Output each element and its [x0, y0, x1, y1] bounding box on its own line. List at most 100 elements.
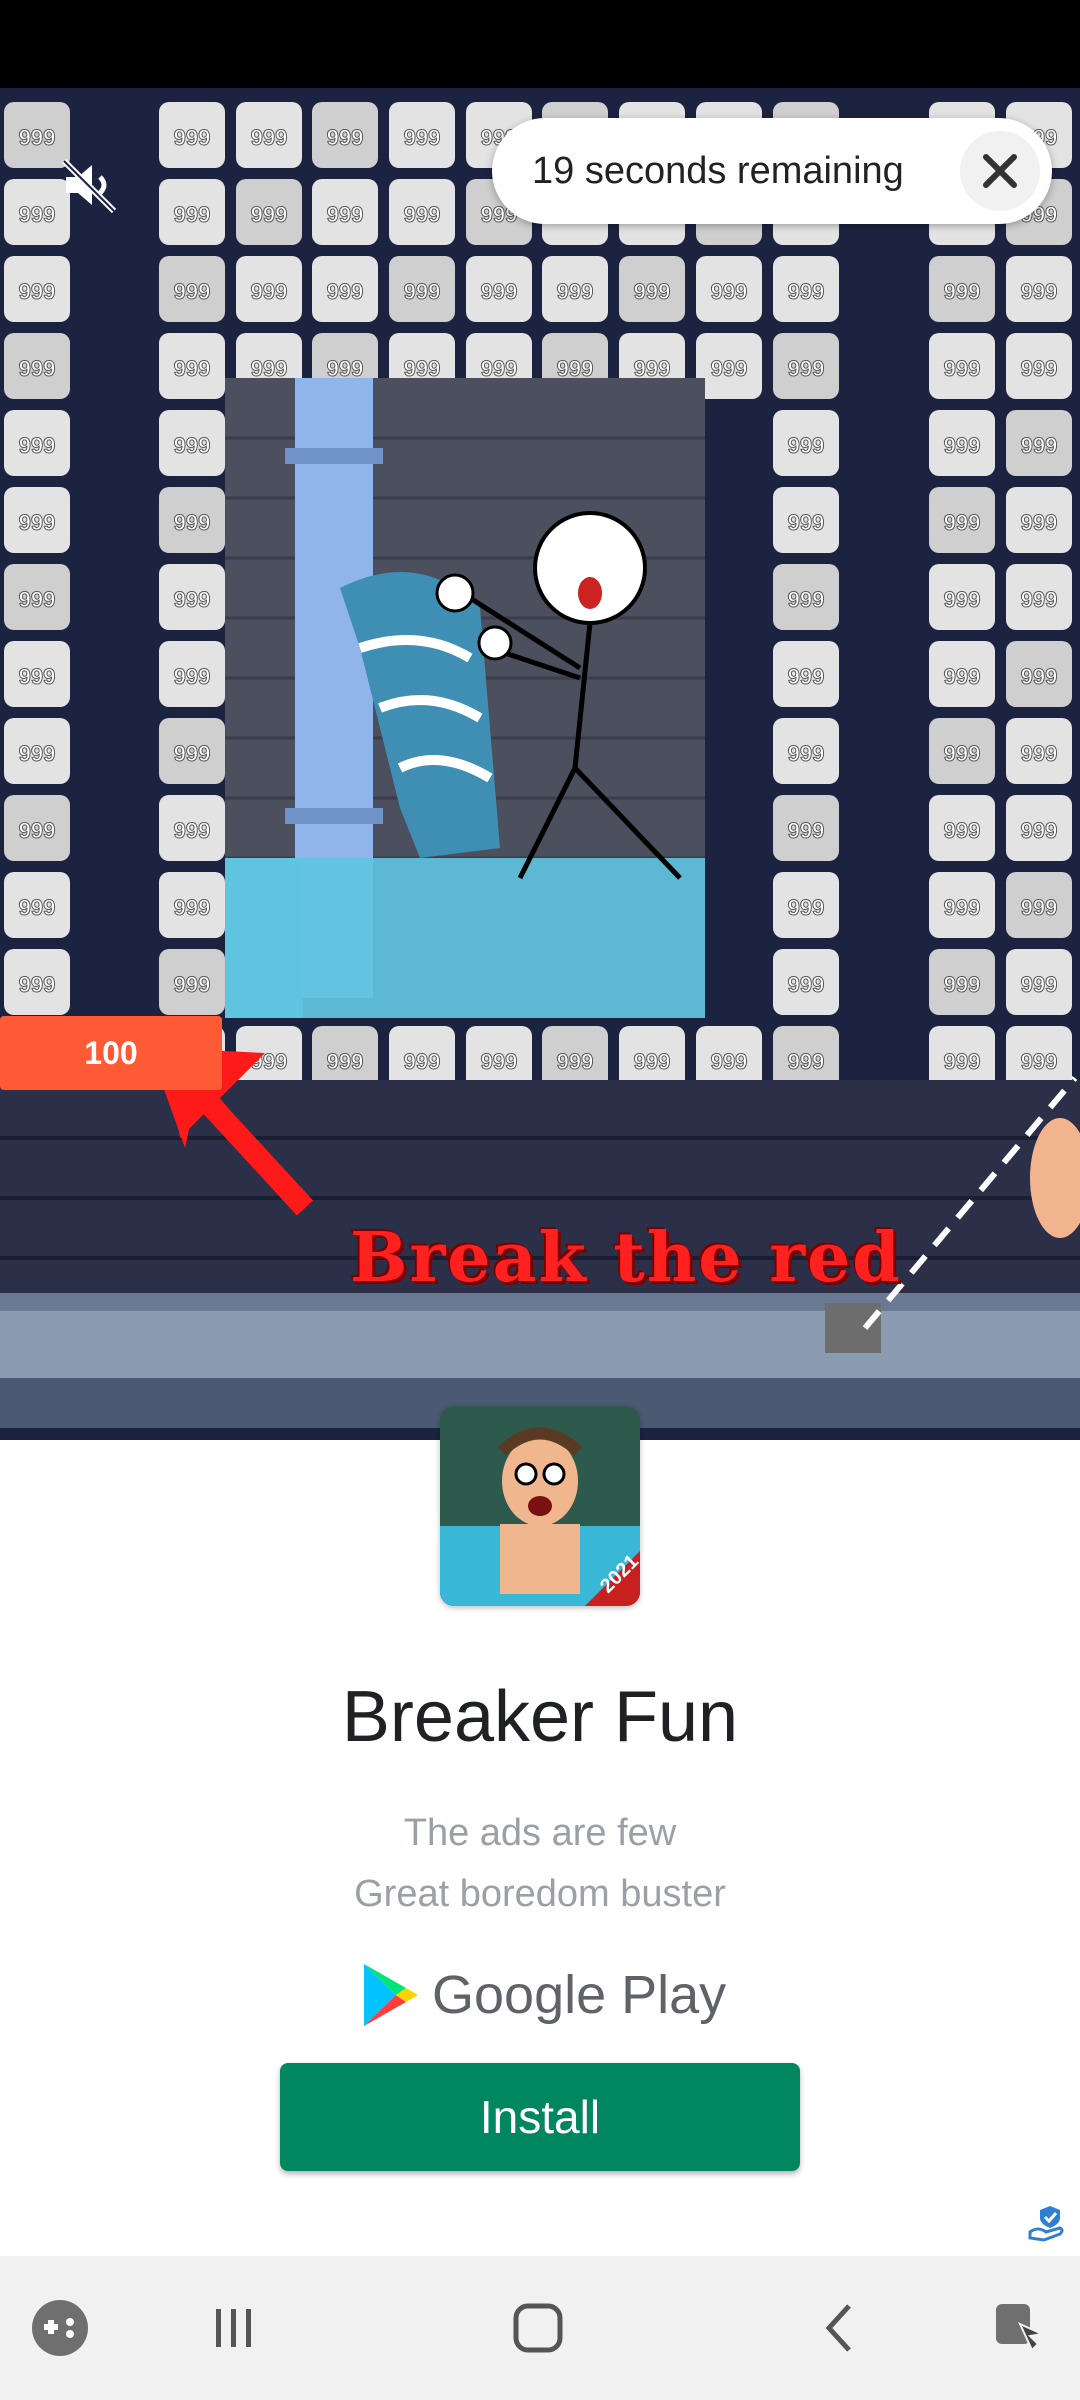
tile-label: 999 [174, 895, 211, 920]
game-launcher-icon [32, 2300, 88, 2356]
nav-game-launcher[interactable] [0, 2256, 120, 2400]
tile-label: 999 [174, 972, 211, 997]
tile-label: 999 [1021, 895, 1058, 920]
tile-label: 999 [1021, 587, 1058, 612]
tile-label: 999 [1021, 741, 1058, 766]
tile-label: 999 [404, 125, 441, 150]
tile-label: 999 [174, 202, 211, 227]
tile-label: 999 [1021, 818, 1058, 843]
tile-label: 999 [19, 741, 56, 766]
install-button[interactable]: Install [280, 2063, 800, 2171]
tile-label: 999 [19, 664, 56, 689]
back-icon [825, 2304, 851, 2352]
tile-label: 999 [174, 125, 211, 150]
tagline-1: The ads are few [403, 1812, 677, 1854]
tile-label: 999 [788, 433, 825, 458]
countdown-text: 19 seconds remaining [532, 150, 904, 192]
tile-label: 999 [944, 818, 981, 843]
app-title: Breaker Fun [341, 1677, 739, 1757]
recent-apps-icon [216, 2309, 251, 2347]
home-icon [513, 2303, 563, 2353]
tile-label: 999 [634, 1049, 671, 1074]
tile-label: 999 [327, 279, 364, 304]
tile-label: 999 [944, 279, 981, 304]
red-target-block: 100 [0, 1016, 222, 1090]
tile-label: 999 [788, 356, 825, 381]
mute-button[interactable] [50, 145, 130, 225]
app-icon-art: 2021 [440, 1406, 640, 1606]
nav-back[interactable] [779, 2256, 899, 2400]
tile-label: 999 [19, 895, 56, 920]
tile-label: 999 [788, 741, 825, 766]
tile-label: 999 [944, 1049, 981, 1074]
tile-label: 999 [711, 279, 748, 304]
tile-label: 999 [557, 279, 594, 304]
tile-label: 999 [404, 1049, 441, 1074]
tile-label: 999 [944, 972, 981, 997]
tutorial-overlay-text: Break the red [350, 1218, 902, 1298]
tile-label: 999 [944, 664, 981, 689]
tile-label: 999 [174, 433, 211, 458]
tile-label: 999 [1021, 279, 1058, 304]
tile-label: 999 [944, 433, 981, 458]
tile-label: 999 [788, 664, 825, 689]
tile-label: 999 [944, 587, 981, 612]
tile-label: 999 [788, 895, 825, 920]
tile-label: 999 [1021, 356, 1058, 381]
nav-home[interactable] [478, 2256, 598, 2400]
app-icon[interactable]: 2021 [440, 1406, 640, 1606]
tile-label: 999 [711, 356, 748, 381]
tile-label: 999 [944, 356, 981, 381]
tile-label: 999 [634, 279, 671, 304]
tile-label: 999 [557, 1049, 594, 1074]
tile-label: 999 [788, 972, 825, 997]
tile-label: 999 [944, 741, 981, 766]
tile-label: 999 [1021, 1049, 1058, 1074]
tile-label: 999 [19, 510, 56, 535]
tile-label: 999 [1021, 664, 1058, 689]
target-hp-label: 100 [84, 1035, 138, 1071]
tile-label: 999 [788, 1049, 825, 1074]
system-navigation-bar [0, 2256, 1080, 2400]
status-bar [0, 0, 1080, 88]
google-play-badge: Google Play [360, 1958, 740, 2032]
tile-label: 999 [788, 510, 825, 535]
tile-label: 999 [251, 356, 288, 381]
tile-label: 999 [404, 356, 441, 381]
tile-label: 999 [174, 356, 211, 381]
tile-label: 999 [1021, 510, 1058, 535]
tile-label: 999 [788, 587, 825, 612]
nav-accessibility[interactable] [960, 2256, 1080, 2400]
accessibility-icon [996, 2304, 1046, 2352]
tile-label: 999 [251, 125, 288, 150]
tile-label: 999 [19, 356, 56, 381]
volume-muted-icon [61, 158, 117, 214]
tile-label: 999 [174, 587, 211, 612]
tile-label: 999 [327, 356, 364, 381]
tile-label: 999 [174, 818, 211, 843]
tile-label: 999 [788, 818, 825, 843]
close-ad-button[interactable] [960, 131, 1040, 211]
tile-label: 999 [1021, 433, 1058, 458]
tile-label: 999 [481, 279, 518, 304]
nav-recent-apps[interactable] [173, 2256, 293, 2400]
ad-video[interactable]: 999 999 999 999 999 999 999 999 999 999 999 999 999 9… [0, 88, 1080, 1440]
ad-timer-pill: 19 seconds remaining [492, 118, 1052, 224]
tile-label: 999 [174, 279, 211, 304]
tile-label: 999 [481, 1049, 518, 1074]
tile-label: 999 [404, 202, 441, 227]
tile-label: 999 [327, 1049, 364, 1074]
tile-label: 999 [404, 279, 441, 304]
tile-label: 999 [944, 510, 981, 535]
tile-label: 999 [327, 125, 364, 150]
tile-label: 999 [19, 433, 56, 458]
tile-label: 999 [174, 510, 211, 535]
tile-label: 999 [481, 356, 518, 381]
close-icon [983, 154, 1017, 188]
bucket [825, 1303, 881, 1353]
tile-label: 999 [327, 202, 364, 227]
tile-label: 999 [251, 279, 288, 304]
tile-label: 999 [19, 818, 56, 843]
tile-label: 999 [174, 741, 211, 766]
ad-choices-icon[interactable] [1026, 2202, 1068, 2244]
